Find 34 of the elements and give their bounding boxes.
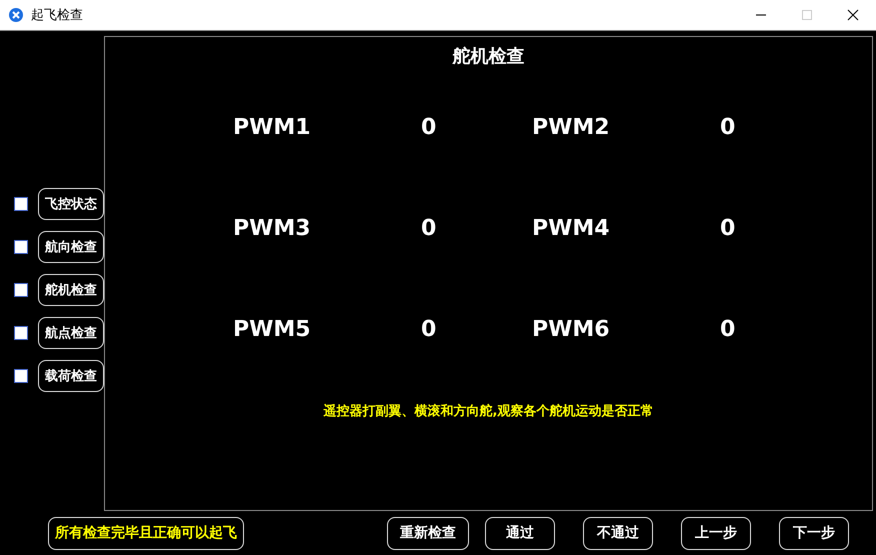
check-step-button[interactable]: 航点检查 bbox=[38, 317, 104, 349]
pwm-label: PWM1 bbox=[233, 114, 312, 141]
pwm-label: PWM2 bbox=[532, 114, 611, 141]
pwm-value: 0 bbox=[420, 215, 438, 242]
status-button[interactable]: 所有检查完毕且正确可以起飞 bbox=[48, 516, 244, 550]
check-step-button[interactable]: 航向检查 bbox=[38, 231, 104, 263]
pwm-label: PWM3 bbox=[233, 215, 312, 242]
pwm-label: PWM6 bbox=[532, 316, 611, 343]
checkbox[interactable] bbox=[14, 326, 28, 340]
action-button[interactable]: 不通过 bbox=[583, 516, 653, 550]
checkbox[interactable] bbox=[14, 369, 28, 383]
action-button[interactable]: 通过 bbox=[485, 516, 555, 550]
action-button[interactable]: 下一步 bbox=[779, 516, 849, 550]
window-title: 起飞检查 bbox=[31, 7, 83, 24]
pwm-label: PWM4 bbox=[532, 215, 611, 242]
check-step-button[interactable]: 飞控状态 bbox=[38, 188, 104, 220]
panel-title: 舵机检查 bbox=[452, 45, 524, 68]
checkbox[interactable] bbox=[14, 197, 28, 211]
pwm-value: 0 bbox=[719, 114, 736, 141]
action-button[interactable]: 重新检查 bbox=[387, 516, 469, 550]
app-icon bbox=[9, 8, 23, 22]
maximize-icon bbox=[801, 9, 813, 21]
checkbox[interactable] bbox=[14, 283, 28, 297]
pwm-label: PWM5 bbox=[233, 316, 312, 343]
checkbox[interactable] bbox=[14, 240, 28, 254]
pwm-value: 0 bbox=[719, 316, 736, 343]
check-step-button[interactable]: 载荷检查 bbox=[38, 360, 104, 392]
check-step-button[interactable]: 舵机检查 bbox=[38, 274, 104, 306]
pwm-value: 0 bbox=[420, 316, 438, 343]
pwm-value: 0 bbox=[420, 114, 438, 141]
close-icon bbox=[847, 9, 859, 21]
action-button[interactable]: 上一步 bbox=[681, 516, 751, 550]
pwm-value: 0 bbox=[719, 215, 736, 242]
instruction-text: 遥控器打副翼、横滚和方向舵,观察各个舵机运动是否正常 bbox=[324, 402, 654, 420]
